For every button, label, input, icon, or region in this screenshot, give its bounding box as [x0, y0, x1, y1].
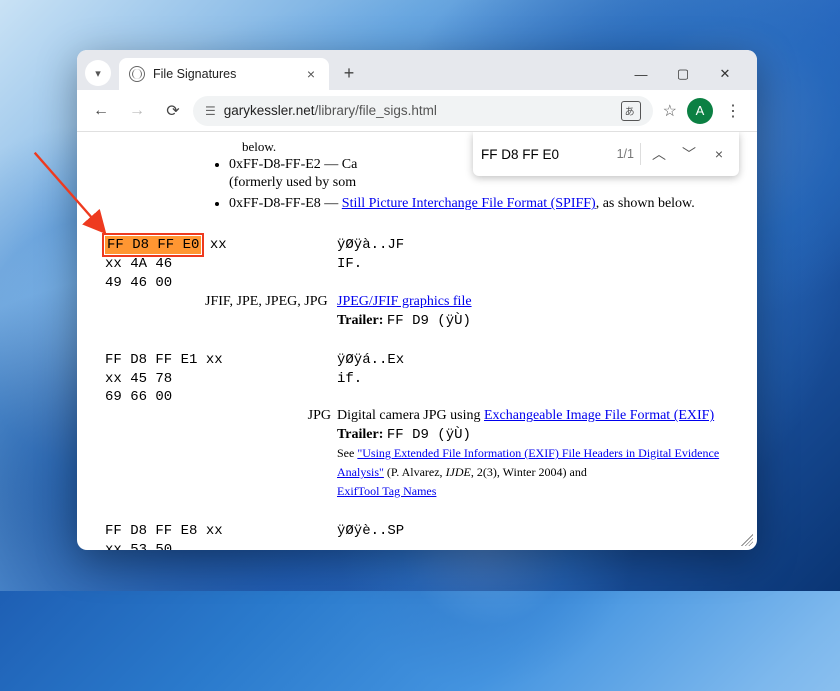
close-window-button[interactable]: ✕ [705, 60, 745, 88]
window-controls: — ▢ ✕ [621, 56, 749, 88]
browser-tab[interactable]: File Signatures × [119, 58, 329, 90]
kebab-menu-button[interactable]: ⋮ [717, 101, 749, 121]
back-button[interactable]: ← [85, 95, 117, 127]
hex-signature: FF D8 FF E8 xx xx 53 50 [105, 522, 239, 550]
resize-grip-icon[interactable] [741, 534, 753, 546]
trailer-value: FF D9 (ÿÙ) [387, 427, 471, 443]
hex-signature: FF D8 FF E0 xx xx 4A 46 49 46 00 [105, 236, 239, 293]
page-content: 1/1 ︿ ﹀ × below. 0xFF-D8-FF-E2 — Ca (for… [77, 132, 757, 550]
find-input[interactable] [481, 147, 591, 162]
bookmark-star-icon[interactable]: ☆ [657, 101, 683, 121]
new-tab-button[interactable]: + [335, 59, 363, 87]
exiftool-link[interactable]: ExifTool Tag Names [337, 484, 436, 498]
search-highlight: FF D8 FF E0 [105, 236, 201, 254]
tab-strip: ▾ File Signatures × + — ▢ ✕ [77, 50, 757, 90]
translate-icon[interactable] [621, 101, 641, 121]
browser-window: ▾ File Signatures × + — ▢ ✕ ← → ⟳ ☰ gary… [77, 50, 757, 550]
find-count: 1/1 [617, 146, 634, 163]
description: ÿØÿà..JF IF. [337, 236, 739, 274]
trailer-value: FF D9 (ÿÙ) [387, 313, 471, 329]
find-close-button[interactable]: × [707, 145, 731, 164]
jpeg-jfif-link[interactable]: JPEG/JFIF graphics file [337, 294, 472, 309]
reload-button[interactable]: ⟳ [157, 95, 189, 127]
maximize-button[interactable]: ▢ [663, 60, 703, 88]
minimize-button[interactable]: — [621, 60, 661, 88]
tab-title: File Signatures [153, 67, 236, 81]
avatar[interactable]: A [687, 98, 713, 124]
signature-row: FF D8 FF E1 xx xx 45 78 69 66 00 ÿØÿá..E… [105, 351, 739, 408]
signature-row: FF D8 FF E8 xx xx 53 50 ÿØÿè..SP [105, 522, 739, 550]
site-info-icon[interactable]: ☰ [205, 104, 216, 118]
forward-button[interactable]: → [121, 95, 153, 127]
trailer-label: Trailer: [337, 427, 383, 442]
toolbar: ← → ⟳ ☰ garykessler.net/library/file_sig… [77, 90, 757, 132]
tab-search-button[interactable]: ▾ [85, 60, 111, 86]
tab-close-button[interactable]: × [303, 64, 319, 84]
signature-row: FF D8 FF E0 xx xx 4A 46 49 46 00 ÿØÿà..J… [105, 236, 739, 293]
spiff-link[interactable]: Still Picture Interchange File Format (S… [342, 196, 596, 211]
find-in-page-bar: 1/1 ︿ ﹀ × [473, 132, 739, 176]
exif-link[interactable]: Exchangeable Image File Format (EXIF) [484, 408, 714, 423]
address-bar[interactable]: ☰ garykessler.net/library/file_sigs.html [193, 96, 653, 126]
separator [640, 143, 641, 165]
url-text: garykessler.net/library/file_sigs.html [224, 103, 437, 118]
globe-icon [129, 66, 145, 82]
list-item: 0xFF-D8-FF-E8 — Still Picture Interchang… [229, 195, 739, 214]
find-prev-button[interactable]: ︿ [647, 145, 671, 164]
extensions: JFIF, JPE, JPEG, JPG [205, 293, 337, 312]
hex-signature: FF D8 FF E1 xx xx 45 78 69 66 00 [105, 351, 239, 408]
find-next-button[interactable]: ﹀ [677, 145, 701, 164]
extensions: JPG [239, 407, 337, 426]
trailer-label: Trailer: [337, 313, 383, 328]
